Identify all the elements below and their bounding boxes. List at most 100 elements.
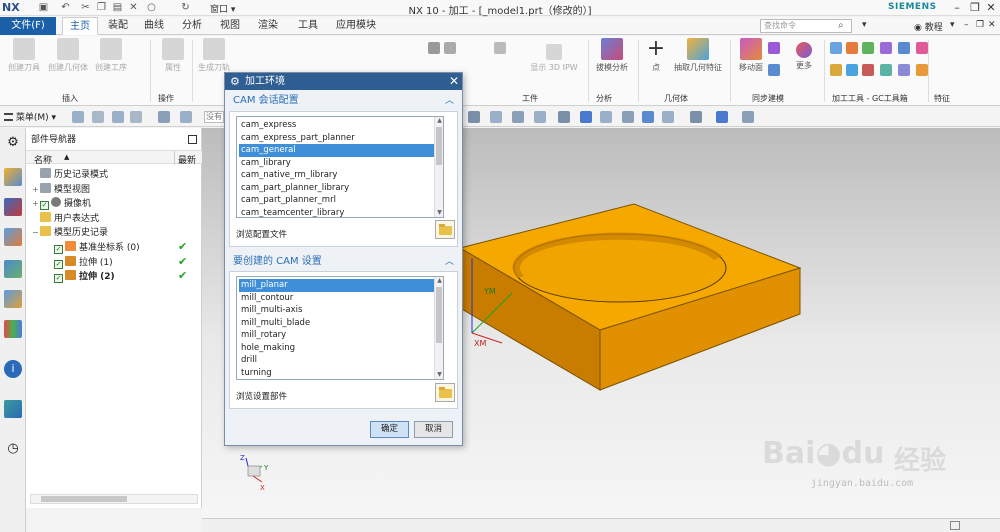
help-dropdown-icon[interactable]: ▾ [950,20,955,30]
filter-select[interactable]: 没有 [204,111,224,123]
toolbar-icon[interactable] [112,111,124,123]
reuse-library-icon[interactable] [4,260,22,278]
cut-icon[interactable]: ✂ [80,2,91,13]
constraint-navigator-icon[interactable] [4,198,22,216]
toolbar-icon[interactable] [468,111,480,123]
ribbon-minimize-icon[interactable]: – [964,20,969,30]
toolbar-icon[interactable] [92,111,104,123]
draft-analysis-button[interactable]: 拔模分析 [590,38,634,73]
toolbar-icon[interactable] [690,111,702,123]
visibility-checkbox[interactable]: ✓ [54,259,63,269]
settings-gear-icon[interactable]: ⚙ [4,134,22,152]
small-tool-icon[interactable] [494,42,506,54]
delete-icon[interactable]: ✕ [128,2,139,13]
browse-setup-button[interactable] [435,383,455,402]
small-feature-icon[interactable] [916,64,928,76]
tab-assembly[interactable]: 装配 [102,17,134,35]
toolbar-icon[interactable] [130,111,142,123]
small-tool-icon[interactable] [444,42,456,54]
circle-icon[interactable]: ○ [146,2,157,13]
small-feature-icon[interactable] [862,64,874,76]
tab-render[interactable]: 渲染 [252,17,284,35]
scroll-up-icon[interactable]: ▲ [435,117,443,125]
small-sync-icon[interactable] [768,42,780,54]
close-dialog-button[interactable]: ✕ [447,74,461,88]
column-header-latest[interactable]: 最新 [178,153,196,166]
scroll-down-icon[interactable]: ▼ [435,371,443,379]
more-button[interactable]: 更多 [790,38,818,71]
toolbar-icon[interactable] [72,111,84,123]
properties-button[interactable]: 属性 [158,38,188,73]
close-window-button[interactable]: ✕ [982,1,1000,15]
list-item[interactable]: cam_library [239,157,440,170]
file-tab[interactable]: 文件(F) [0,17,56,35]
list-item[interactable]: mill_multi_blade [239,317,440,330]
session-config-list[interactable]: cam_express cam_express_part_planner cam_g… [236,116,444,218]
create-tool-button[interactable]: 创建刀具 [4,38,44,73]
collapse-caret-icon[interactable]: ︿ [445,93,454,109]
small-feature-icon[interactable] [880,64,892,76]
history-clock-icon[interactable]: ◷ [4,440,22,458]
expand-toggle-icon[interactable]: + [32,197,40,211]
cam-setup-list[interactable]: mill_planar mill_contour mill_multi-axis mi… [236,276,444,380]
small-tool-icon[interactable] [428,42,440,54]
toolbar-icon[interactable] [742,111,754,123]
tree-row[interactable]: + ✓ 摄像机 [32,197,91,211]
expand-toggle-icon[interactable]: − [32,226,40,240]
search-icon[interactable]: ⌕ [838,20,850,32]
list-item[interactable]: cam_express_part_planner [239,132,440,145]
vertical-scrollbar[interactable]: ▲ ▼ [434,117,443,217]
list-item[interactable]: turning [239,367,440,380]
undo-icon[interactable]: ↶ [60,2,71,13]
fullscreen-icon[interactable] [950,521,960,530]
part-navigator-icon[interactable] [4,228,22,246]
list-item[interactable]: cam_teamcenter_library [239,207,440,218]
list-item[interactable]: mill_multi-axis [239,304,440,317]
create-geometry-button[interactable]: 创建几何体 [46,38,90,73]
toolbar-icon[interactable] [158,111,170,123]
tab-home[interactable]: 主页 [62,17,98,35]
toolbar-icon[interactable] [600,111,612,123]
cancel-button[interactable]: 取消 [414,421,453,438]
create-operation-button[interactable]: 创建工序 [90,38,132,73]
list-item[interactable]: mill_rotary [239,329,440,342]
collapse-caret-icon[interactable]: ︿ [445,254,454,270]
small-feature-icon[interactable] [862,42,874,54]
visibility-checkbox[interactable]: ✓ [54,245,63,254]
small-sync-icon[interactable] [768,64,780,76]
list-item[interactable]: drill [239,354,440,367]
list-item[interactable]: cam_part_planner_library [239,182,440,195]
copy-icon[interactable]: ❐ [96,2,107,13]
small-feature-icon[interactable] [830,64,842,76]
list-item[interactable]: cam_general [239,144,440,157]
tree-row[interactable]: ✓ 拉伸 (2) [46,270,115,284]
toolbar-icon[interactable] [622,111,634,123]
tree-row[interactable]: ✓ 拉伸 (1) [46,255,113,270]
toolbar-icon[interactable] [580,111,592,123]
expand-toggle-icon[interactable]: + [32,183,40,197]
small-feature-icon[interactable] [898,42,910,54]
tree-row[interactable]: ✓ 基准坐标系 (0) [46,241,140,255]
tree-row[interactable]: 用户表达式 [32,211,99,226]
point-button[interactable]: + 点 [643,38,669,73]
list-item[interactable]: cam_native_rm_library [239,169,440,182]
scrollbar-thumb[interactable] [436,127,442,165]
assembly-navigator-icon[interactable] [4,168,22,186]
browse-config-button[interactable] [435,220,455,239]
list-item[interactable]: cam_part_planner_mrl [239,194,440,207]
menu-button[interactable]: 菜单(M) ▾ [4,110,56,123]
ribbon-restore-icon[interactable]: ❐ [976,20,984,30]
show-3d-ipw-button[interactable]: 显示 3D IPW [524,38,584,73]
toolbar-icon[interactable] [534,111,546,123]
scroll-down-icon[interactable]: ▼ [435,209,443,217]
toolbar-icon[interactable] [642,111,654,123]
scroll-up-icon[interactable]: ▲ [435,277,443,285]
tree-row[interactable]: − 模型历史记录 [32,226,108,240]
info-icon[interactable]: i [4,360,22,378]
palette-icon[interactable] [4,320,22,338]
session-config-header[interactable]: CAM 会话配置 ︿ [229,93,458,109]
tab-analysis[interactable]: 分析 [176,17,208,35]
scrollbar-thumb[interactable] [436,287,442,343]
visibility-checkbox[interactable]: ✓ [54,274,63,284]
tree-row[interactable]: + 模型视图 [32,182,90,197]
